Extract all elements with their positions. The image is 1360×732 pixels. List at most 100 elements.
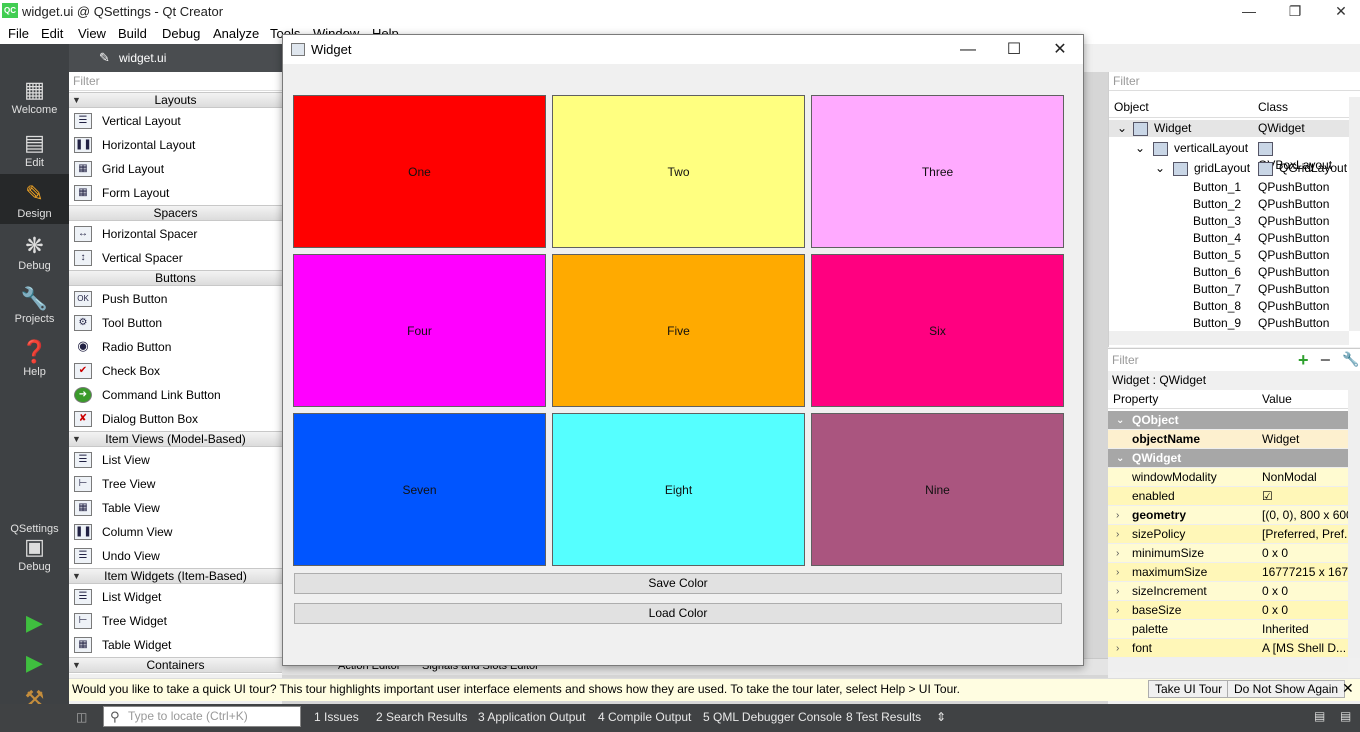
remove-property-icon[interactable]: − (1320, 350, 1331, 371)
property-row-minimumsize[interactable]: › minimumSize 0 x 0 (1108, 544, 1348, 563)
horizontal-scrollbar[interactable] (1109, 331, 1349, 345)
category-layouts[interactable]: ▼ Layouts (69, 92, 282, 108)
widget-list-view[interactable]: ☰ List View (69, 448, 282, 472)
widget-vertical-spacer[interactable]: ↕ Vertical Spacer (69, 246, 282, 270)
column-property[interactable]: Property (1113, 390, 1158, 409)
menu-view[interactable]: View (78, 26, 106, 41)
close-icon[interactable]: ✕ (1318, 0, 1360, 22)
button-one[interactable]: One (293, 95, 546, 248)
output-toggle-icon[interactable]: ▤ (1340, 709, 1351, 723)
button-six[interactable]: Six (811, 254, 1064, 407)
do-not-show-again-button[interactable]: Do Not Show Again (1227, 680, 1346, 698)
chevron-right-icon[interactable]: › (1116, 639, 1119, 658)
category-buttons[interactable]: Buttons (69, 270, 282, 286)
tree-row-button-4[interactable]: Button_4 QPushButton (1109, 230, 1349, 247)
property-filter-input[interactable]: Filter (1112, 353, 1139, 367)
button-eight[interactable]: Eight (552, 413, 805, 566)
dialog-maximize-icon[interactable]: ☐ (991, 35, 1037, 64)
widget-check-box[interactable]: ✔ Check Box (69, 359, 282, 383)
chevron-right-icon[interactable]: › (1116, 563, 1119, 582)
mode-welcome[interactable]: ▦ Welcome (0, 78, 69, 117)
property-row-maximumsize[interactable]: › maximumSize 16777215 x 1677... (1108, 563, 1348, 582)
property-row-objectname[interactable]: objectName Widget (1108, 430, 1348, 449)
run-icon[interactable]: ▶ (0, 610, 69, 636)
category-item-widgets[interactable]: ▼ Item Widgets (Item-Based) (69, 568, 282, 584)
mode-edit[interactable]: ▤ Edit (0, 131, 69, 170)
pane-application-output[interactable]: 3 Application Output (478, 710, 585, 724)
more-panes-chevron-icon[interactable]: ⇕ (936, 710, 946, 724)
widget-table-widget[interactable]: ▦ Table Widget (69, 633, 282, 657)
menu-file[interactable]: File (8, 26, 29, 41)
tree-row-button-8[interactable]: Button_8 QPushButton (1109, 298, 1349, 315)
tree-row-gridlayout[interactable]: ⌄ gridLayout QGridLayout (1109, 160, 1349, 177)
chevron-right-icon[interactable]: › (1116, 582, 1119, 601)
category-item-views[interactable]: ▼ Item Views (Model-Based) (69, 431, 282, 447)
property-row-enabled[interactable]: enabled ☑ (1108, 487, 1348, 506)
pane-issues[interactable]: 1 Issues (314, 710, 359, 724)
load-color-button[interactable]: Load Color (294, 603, 1062, 624)
widget-horizontal-layout[interactable]: ❚❚ Horizontal Layout (69, 133, 282, 157)
pane-search-results[interactable]: 2 Search Results (376, 710, 467, 724)
property-row-sizepolicy[interactable]: › sizePolicy [Preferred, Pref... (1108, 525, 1348, 544)
property-row-sizeincrement[interactable]: › sizeIncrement 0 x 0 (1108, 582, 1348, 601)
property-group-qobject[interactable]: ⌄ QObject (1108, 411, 1348, 430)
mode-help[interactable]: ❓ Help (0, 340, 69, 379)
property-row-geometry[interactable]: › geometry [(0, 0), 800 x 600] (1108, 506, 1348, 525)
widget-list-widget[interactable]: ☰ List Widget (69, 585, 282, 609)
progress-toggle-icon[interactable]: ▤ (1314, 709, 1325, 723)
column-object[interactable]: Object (1114, 100, 1149, 114)
pane-qml-debugger-console[interactable]: 5 QML Debugger Console (703, 710, 842, 724)
property-row-palette[interactable]: palette Inherited (1108, 620, 1348, 639)
locator-input[interactable]: Type to locate (Ctrl+K) (103, 706, 301, 727)
property-group-qwidget[interactable]: ⌄ QWidget (1108, 449, 1348, 468)
tree-row-button-2[interactable]: Button_2 QPushButton (1109, 196, 1349, 213)
vertical-scrollbar[interactable] (1349, 97, 1360, 331)
widget-tree-widget[interactable]: ⊢ Tree Widget (69, 609, 282, 633)
button-nine[interactable]: Nine (811, 413, 1064, 566)
object-filter-input[interactable]: Filter (1109, 72, 1360, 91)
chevron-right-icon[interactable]: › (1116, 601, 1119, 620)
tree-row-button-7[interactable]: Button_7 QPushButton (1109, 281, 1349, 298)
pane-test-results[interactable]: 8 Test Results (846, 710, 921, 724)
tree-row-verticallayout[interactable]: ⌄ verticalLayout QVBoxLayout (1109, 140, 1349, 172)
category-spacers[interactable]: Spacers (69, 205, 282, 221)
widget-command-link-button[interactable]: ➜ Command Link Button (69, 383, 282, 407)
widget-undo-view[interactable]: ☰ Undo View (69, 544, 282, 568)
pane-compile-output[interactable]: 4 Compile Output (598, 710, 691, 724)
tree-row-button-9[interactable]: Button_9 QPushButton (1109, 315, 1349, 332)
widget-grid-layout[interactable]: ▦ Grid Layout (69, 157, 282, 181)
widget-radio-button[interactable]: ◉ Radio Button (69, 335, 282, 359)
mode-debug[interactable]: ❋ Debug (0, 234, 69, 273)
menu-edit[interactable]: Edit (41, 26, 63, 41)
column-class[interactable]: Class (1258, 100, 1288, 114)
tree-row-button-1[interactable]: Button_1 QPushButton (1109, 179, 1349, 196)
minimize-icon[interactable]: — (1226, 0, 1272, 22)
take-ui-tour-button[interactable]: Take UI Tour (1148, 680, 1230, 698)
widget-table-view[interactable]: ▦ Table View (69, 496, 282, 520)
button-three[interactable]: Three (811, 95, 1064, 248)
chevron-right-icon[interactable]: › (1116, 525, 1119, 544)
tree-row-button-5[interactable]: Button_5 QPushButton (1109, 247, 1349, 264)
open-file-label[interactable]: widget.ui (119, 51, 166, 65)
tree-row-widget[interactable]: ⌄ Widget QWidget (1109, 120, 1349, 137)
toggle-sidebar-icon[interactable]: ◫ (76, 710, 87, 724)
dialog-close-icon[interactable]: ✕ (1037, 35, 1083, 64)
widget-push-button[interactable]: OK Push Button (69, 287, 282, 311)
enabled-checkbox[interactable]: ☑ (1262, 487, 1348, 506)
dialog-minimize-icon[interactable]: — (945, 35, 991, 64)
tree-row-button-3[interactable]: Button_3 QPushButton (1109, 213, 1349, 230)
tree-row-button-6[interactable]: Button_6 QPushButton (1109, 264, 1349, 281)
widget-vertical-layout[interactable]: ☰ Vertical Layout (69, 109, 282, 133)
menu-analyze[interactable]: Analyze (213, 26, 259, 41)
configure-wrench-icon[interactable]: 🔧 (1342, 351, 1359, 368)
menu-debug[interactable]: Debug (162, 26, 200, 41)
property-row-font[interactable]: › font A [MS Shell D... (1108, 639, 1348, 658)
property-row-windowmodality[interactable]: windowModality NonModal (1108, 468, 1348, 487)
restore-icon[interactable]: ❐ (1272, 0, 1318, 22)
chevron-right-icon[interactable]: › (1116, 506, 1119, 525)
menu-build[interactable]: Build (118, 26, 147, 41)
category-containers[interactable]: ▼ Containers (69, 657, 282, 673)
close-infobar-icon[interactable]: ✕ (1342, 680, 1354, 697)
button-four[interactable]: Four (293, 254, 546, 407)
property-horizontal-scrollbar[interactable] (1108, 658, 1348, 672)
